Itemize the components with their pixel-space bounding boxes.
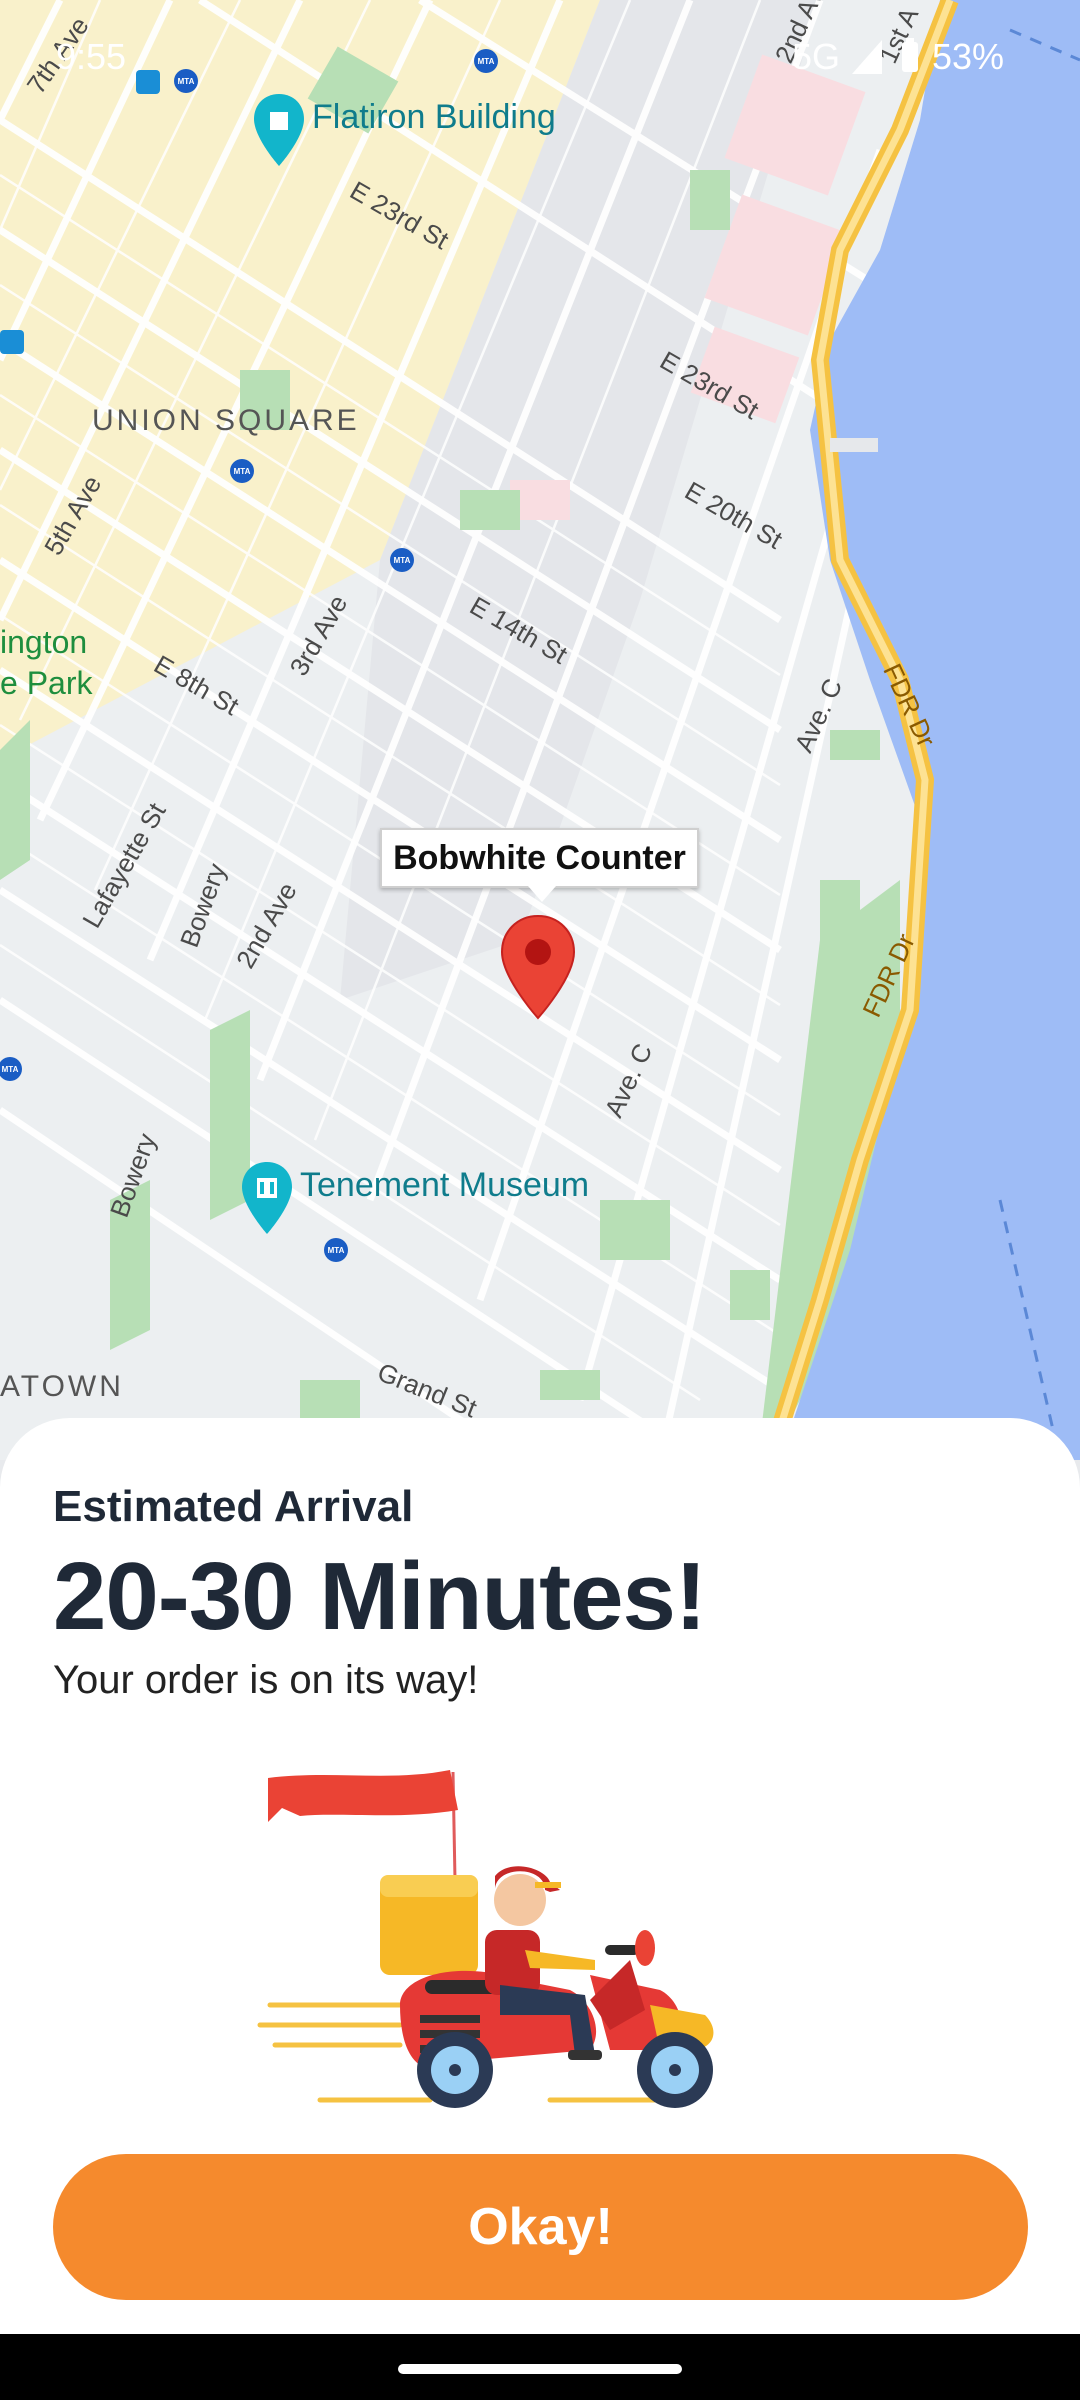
delivery-scooter-illustration	[257, 1770, 714, 2108]
destination-callout[interactable]: Bobwhite Counter	[380, 828, 699, 902]
okay-button[interactable]: Okay!	[53, 2154, 1028, 2300]
svg-text:MTA: MTA	[234, 467, 251, 476]
location-pin-icon[interactable]	[498, 912, 578, 1022]
navigation-bar	[0, 2334, 1080, 2400]
destination-name: Bobwhite Counter	[393, 838, 686, 877]
eta-value: 20-30 Minutes!	[53, 1543, 707, 1650]
svg-text:MTA: MTA	[328, 1246, 345, 1255]
battery-level: 53%	[932, 36, 1005, 77]
museum-pin-icon	[242, 1162, 292, 1234]
home-handle[interactable]	[398, 2364, 682, 2374]
neighborhood-label: UNION SQUARE	[92, 404, 360, 437]
network-indicator: 5G	[792, 36, 841, 77]
svg-text:MTA: MTA	[394, 556, 411, 565]
estimated-arrival-label: Estimated Arrival	[53, 1482, 414, 1531]
place-name: Tenement Museum	[300, 1165, 590, 1204]
park-label: ington	[0, 624, 88, 660]
svg-text:MTA: MTA	[2, 1065, 19, 1074]
neighborhood-label: ATOWN	[0, 1370, 124, 1403]
order-status-text: Your order is on its way!	[53, 1658, 479, 1702]
signal-icon	[852, 40, 882, 74]
park-label: e Park	[0, 665, 93, 701]
battery-icon	[902, 38, 918, 72]
status-bar: 9:55 5G 53%	[0, 0, 1080, 110]
status-time: 9:55	[56, 36, 127, 77]
tenement-museum-marker[interactable]: Tenement Museum	[240, 1160, 589, 1236]
